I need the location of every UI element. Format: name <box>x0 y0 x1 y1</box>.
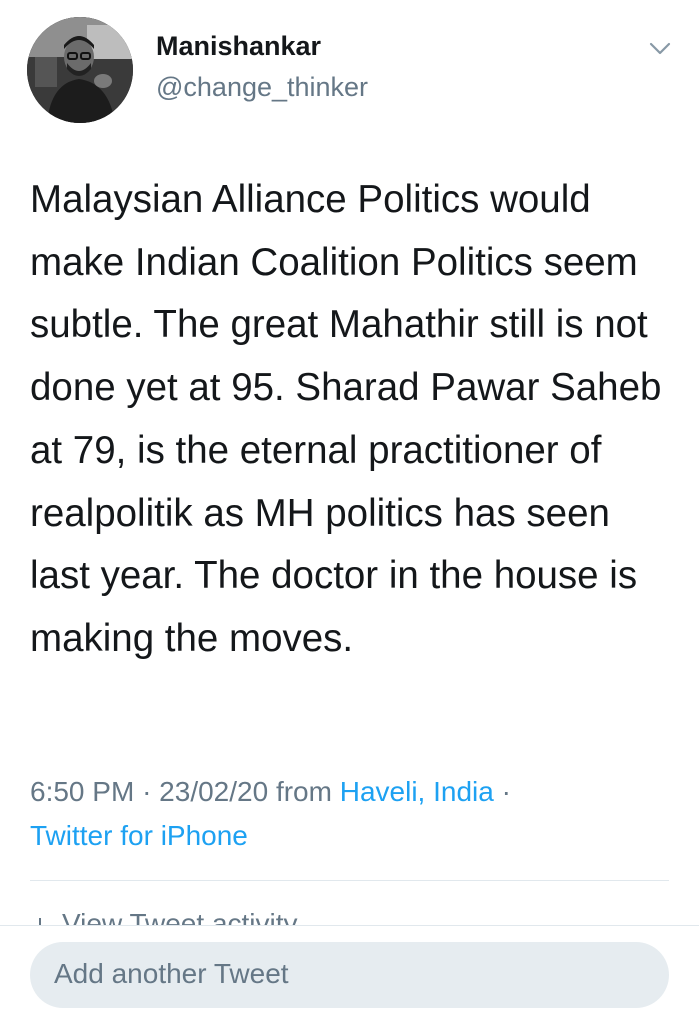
author-handle[interactable]: @change_thinker <box>156 72 368 103</box>
source-link[interactable]: Twitter for iPhone <box>30 820 248 851</box>
tweet-detail-screen: Manishankar @change_thinker Malaysian Al… <box>0 0 699 1024</box>
avatar-photo <box>27 17 133 123</box>
tweet-menu-button[interactable] <box>642 34 678 64</box>
tweet-time: 6:50 PM <box>30 776 135 807</box>
avatar[interactable] <box>27 17 133 123</box>
tweet-activity-row[interactable]: View Tweet activity <box>30 895 669 925</box>
from-label: from <box>275 776 332 807</box>
bar-chart-icon <box>39 918 41 925</box>
chevron-down-icon <box>649 42 671 55</box>
add-tweet-input[interactable]: Add another Tweet <box>30 942 669 1008</box>
reply-bar: Add another Tweet <box>0 925 699 1024</box>
tweet-activity-label[interactable]: View Tweet activity <box>62 908 298 925</box>
meta-separator: · <box>142 776 152 807</box>
location-link[interactable]: Haveli, India <box>340 776 494 807</box>
add-tweet-placeholder: Add another Tweet <box>54 958 289 989</box>
tweet-date: 23/02/20 <box>159 776 269 807</box>
author-name[interactable]: Manishankar <box>156 31 321 62</box>
divider <box>30 880 669 881</box>
tweet-meta: 6:50 PM · 23/02/20 from Haveli, India · … <box>30 770 680 858</box>
tweet-text: Malaysian Alliance Politics would make I… <box>30 178 662 660</box>
meta-separator: · <box>501 776 511 807</box>
